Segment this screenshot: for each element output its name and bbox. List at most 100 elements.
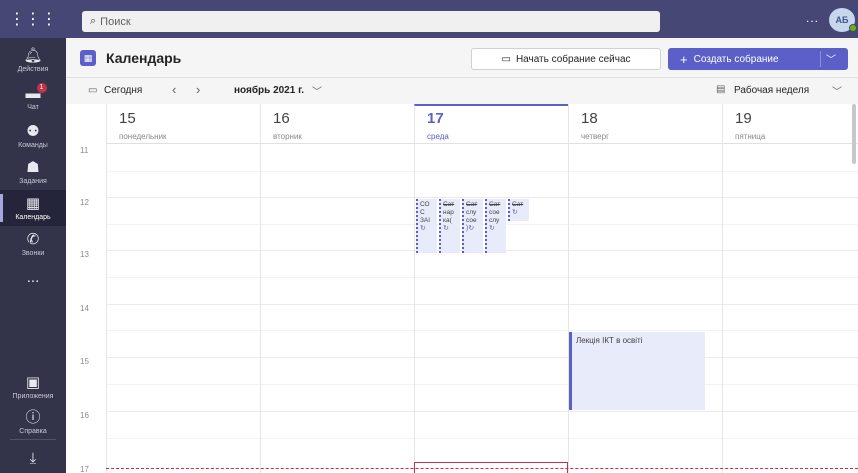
hour-label: 12 [80, 198, 89, 207]
hour-line [106, 357, 858, 358]
view-icon: ▤ [716, 84, 726, 95]
next-week-button[interactable]: › [196, 82, 200, 97]
day-column-line [568, 144, 569, 473]
rail-label: Справка [19, 427, 47, 435]
more-options-button[interactable]: ... [806, 11, 819, 25]
event-text: Сат [489, 201, 501, 208]
scrollbar[interactable] [852, 104, 856, 164]
day-header-fri[interactable]: 19 пятница [722, 104, 858, 144]
previous-week-button[interactable]: ‹ [172, 82, 176, 97]
current-time-marker [414, 462, 568, 473]
hour-label: 13 [80, 250, 89, 259]
calendar-header: ▦ Календарь ▭ Начать собрание сейчас + С… [66, 38, 858, 78]
day-number: 19 [735, 110, 752, 127]
hour-label: 11 [80, 146, 89, 155]
search-input[interactable]: ⌕ Поиск [82, 11, 660, 32]
rail-item-calendar[interactable]: ▦ Календарь [0, 190, 66, 226]
page-title: Календарь [106, 50, 182, 66]
day-column-line [260, 144, 261, 473]
hour-label: 17 [80, 465, 89, 473]
day-header-wed[interactable]: 17 среда [414, 104, 568, 144]
day-column-line [722, 144, 723, 473]
hour-label: 15 [80, 357, 89, 366]
calendar-event[interactable]: Сат нар ка( ↻ [439, 199, 460, 253]
search-icon: ⌕ [90, 15, 97, 27]
event-text: слу [489, 217, 500, 224]
rail-label: Чат [27, 103, 39, 111]
calendar-event[interactable]: Сат сое слу ↻ [485, 199, 506, 253]
day-number: 18 [581, 110, 598, 127]
rail-label: Команды [18, 141, 48, 149]
calendar-today-icon: ▭ [88, 85, 98, 96]
rail-divider [10, 439, 56, 440]
phone-icon: ✆ [26, 230, 40, 248]
app-launcher-button[interactable]: ⋮⋮⋮ [0, 0, 66, 38]
month-picker[interactable]: ноябрь 2021 г. [234, 85, 304, 96]
half-hour-line [106, 171, 858, 172]
rail-item-assignments[interactable]: ☗ Задания [0, 154, 66, 190]
day-number: 15 [119, 110, 136, 127]
repeat-icon: ↻ [443, 225, 449, 232]
event-text: слу [466, 209, 477, 216]
more-icon: ... [26, 269, 40, 286]
app-rail: 🔔︎ Действия ▬ 1 Чат ⚉ Команды ☗ Задания ▦… [0, 38, 66, 473]
meet-now-button[interactable]: ▭ Начать собрание сейчас [471, 48, 661, 70]
hour-line [106, 304, 858, 305]
event-text: С [420, 209, 425, 216]
teams-icon: ⚉ [26, 122, 40, 140]
event-text: Сат [466, 201, 478, 208]
repeat-icon: ↻ [489, 225, 495, 232]
calendar-toolbar: ▭ Сегодня ‹ › ноябрь 2021 г. ﹀ ▤ Рабочая… [66, 78, 858, 104]
meet-now-label: Начать собрание сейчас [515, 53, 631, 65]
video-icon: ▭ [501, 53, 511, 65]
button-divider [820, 51, 821, 67]
top-bar: ⋮⋮⋮ ⌕ Поиск ... АБ [0, 0, 858, 38]
day-header-mon[interactable]: 15 понедельник [106, 104, 260, 144]
day-name: пятница [735, 132, 766, 141]
download-icon: ⤓ [29, 450, 37, 467]
rail-item-teams[interactable]: ⚉ Команды [0, 118, 66, 154]
rail-label: Задания [19, 177, 47, 185]
hour-label: 14 [80, 304, 89, 313]
half-hour-line [106, 277, 858, 278]
create-meeting-button[interactable]: + Создать собрание ﹀ [668, 48, 848, 70]
day-name: понедельник [119, 132, 167, 141]
calendar-event-lecture[interactable]: Лекція ІКТ в освіті [569, 332, 705, 410]
day-name: четверг [581, 132, 609, 141]
rail-item-more[interactable]: ... [0, 260, 66, 296]
rail-item-help[interactable]: ⓘ Справка [0, 404, 66, 440]
assignments-icon: ☗ [26, 158, 40, 176]
repeat-icon: ↻ [512, 209, 518, 216]
rail-item-download[interactable]: ⤓ [0, 441, 66, 473]
rail-item-calls[interactable]: ✆ Звонки [0, 226, 66, 262]
event-text: Сат [443, 201, 455, 208]
event-text: СО [420, 201, 430, 208]
rail-item-apps[interactable]: ▣ Приложения [0, 369, 66, 405]
hour-line [106, 197, 858, 198]
calendar-icon: ▦ [80, 50, 96, 66]
calendar-event[interactable]: Сат слу сое )↻ [462, 199, 483, 253]
day-header-tue[interactable]: 16 вторник [260, 104, 414, 144]
avatar[interactable]: АБ [829, 8, 857, 32]
apps-icon: ▣ [25, 373, 41, 391]
hour-line [106, 411, 858, 412]
today-button[interactable]: Сегодня [104, 85, 142, 96]
view-switcher[interactable]: Рабочая неделя [734, 85, 809, 96]
calendar-event[interactable]: Сат ↻ [508, 199, 529, 221]
rail-item-activity[interactable]: 🔔︎ Действия [0, 42, 66, 78]
chevron-down-icon[interactable]: ﹀ [312, 83, 322, 98]
event-text: Сат [512, 201, 524, 208]
day-number: 17 [427, 110, 444, 127]
day-name: среда [427, 132, 449, 141]
day-name: вторник [273, 132, 302, 141]
day-header-thu[interactable]: 18 четверг [568, 104, 722, 144]
day-number: 16 [273, 110, 290, 127]
half-hour-line [106, 330, 858, 331]
calendar-icon: ▦ [25, 194, 41, 212]
chevron-down-icon[interactable]: ﹀ [826, 51, 836, 66]
calendar-event[interactable]: СО С ЗАІ ↻ [416, 199, 437, 253]
rail-item-chat[interactable]: ▬ 1 Чат [0, 80, 66, 116]
rail-label: Действия [17, 65, 49, 73]
event-title: Лекція ІКТ в освіті [576, 336, 643, 345]
chevron-down-icon[interactable]: ﹀ [832, 83, 842, 98]
